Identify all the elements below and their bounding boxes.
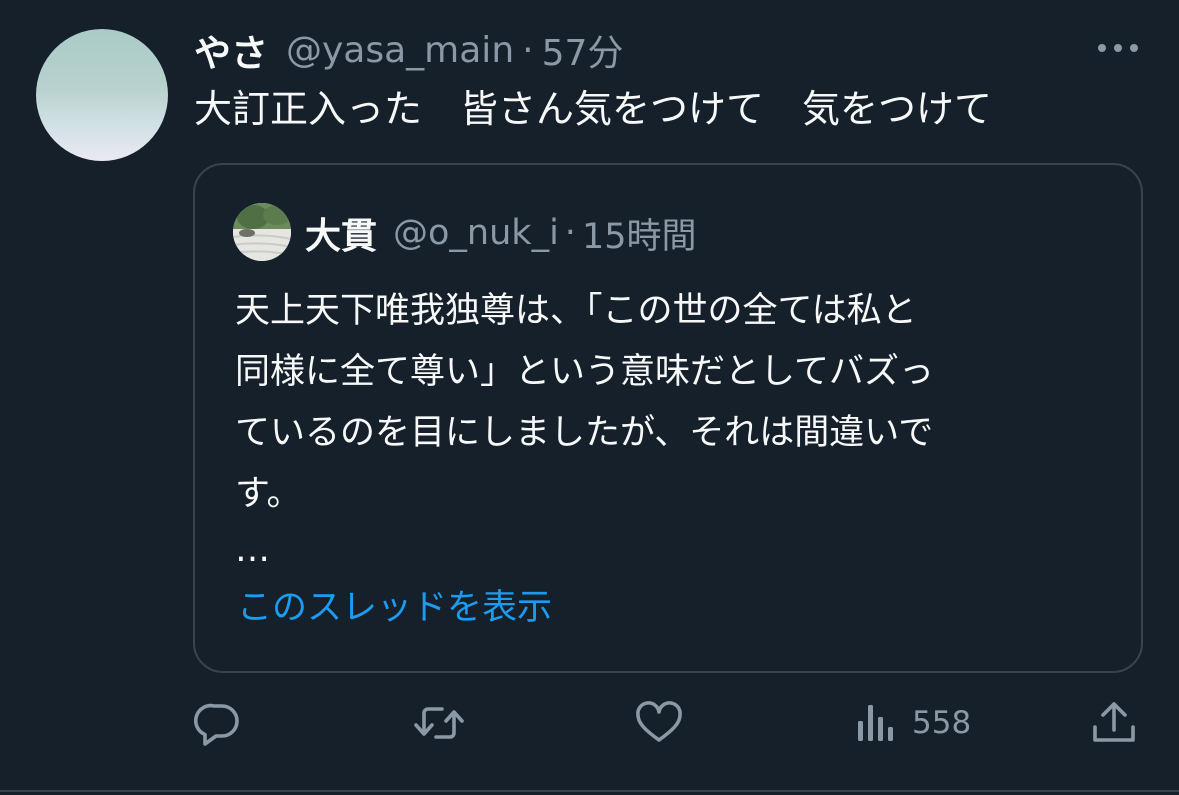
show-thread-link[interactable]: このスレッドを表示: [237, 583, 552, 633]
quoted-tweet-text: 天上天下唯我独尊は、「この世の全ては私と 同様に全て尊い」という意味だとしてバズ…: [235, 281, 1095, 525]
quoted-text-line: 同様に全て尊い」という意味だとしてバズっ: [235, 352, 934, 392]
share-icon: [1088, 697, 1140, 749]
reply-button[interactable]: [192, 697, 244, 749]
reply-icon: [192, 697, 244, 749]
header-separator: ·: [522, 29, 534, 71]
avatar[interactable]: [36, 29, 168, 161]
views-count: 558: [912, 705, 972, 741]
retweet-icon: [412, 697, 466, 749]
heart-icon: [633, 697, 685, 749]
quoted-text-line: す。: [235, 474, 302, 514]
quoted-header-separator: ·: [564, 213, 576, 253]
tweet[interactable]: やさ @yasa_main · 57分 大訂正入った 皆さん気をつけて 気をつけ…: [0, 0, 1179, 795]
author-display-name[interactable]: やさ: [194, 23, 268, 77]
share-button[interactable]: [1088, 697, 1140, 749]
like-button[interactable]: [633, 697, 685, 749]
quoted-ellipsis: …: [235, 530, 272, 570]
quoted-display-name[interactable]: 大貫: [305, 207, 377, 259]
tweet-divider: [0, 790, 1179, 792]
tweet-timestamp[interactable]: 57分: [542, 24, 624, 76]
quoted-tweet[interactable]: 大貫 @o_nuk_i · 15時間 天上天下唯我独尊は、「この世の全ては私と …: [193, 163, 1143, 673]
quoted-tweet-header: 大貫 @o_nuk_i · 15時間: [305, 205, 696, 261]
quoted-text-line: ているのを目にしましたが、それは間違いで: [235, 413, 934, 453]
more-options-icon[interactable]: [1094, 38, 1142, 58]
author-handle[interactable]: @yasa_main: [286, 30, 514, 71]
tweet-header: やさ @yasa_main · 57分: [194, 22, 623, 78]
quoted-timestamp[interactable]: 15時間: [582, 208, 697, 259]
views-chart-icon: [854, 697, 898, 749]
quoted-avatar[interactable]: [233, 203, 291, 261]
retweet-button[interactable]: [412, 697, 466, 749]
quoted-text-line: 天上天下唯我独尊は、「この世の全ては私と: [235, 291, 917, 331]
views-button[interactable]: 558: [854, 697, 971, 749]
tweet-text: 大訂正入った 皆さん気をつけて 気をつけて: [194, 87, 993, 131]
quoted-handle[interactable]: @o_nuk_i: [393, 213, 559, 253]
